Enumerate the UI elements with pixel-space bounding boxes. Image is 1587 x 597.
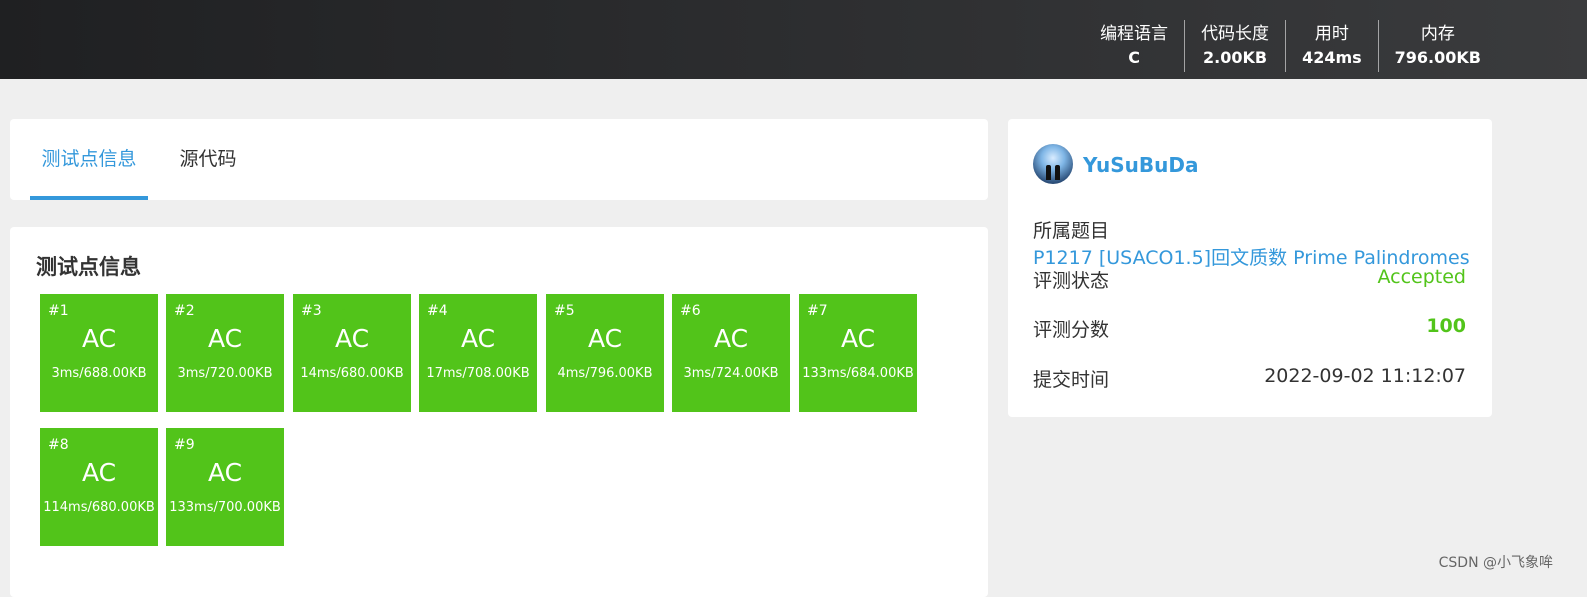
case-number: #5 (554, 303, 575, 319)
test-case-tile[interactable]: #3 AC 14ms/680.00KB (293, 294, 411, 412)
case-info: 3ms/720.00KB (177, 366, 273, 381)
case-number: #4 (427, 303, 448, 319)
test-case-tile[interactable]: #5 AC 4ms/796.00KB (546, 294, 664, 412)
score-label: 评测分数 (1033, 319, 1110, 341)
case-result: AC (334, 324, 370, 353)
test-case-tile[interactable]: #4 AC 17ms/708.00KB (419, 294, 537, 412)
submission-stats: 编程语言 C 代码长度 2.00KB 用时 424ms 内存 796.00KB (1084, 20, 1497, 72)
section-title: 测试点信息 (36, 255, 141, 279)
submit-time-label: 提交时间 (1033, 369, 1110, 391)
stat-time: 用时 424ms (1285, 20, 1378, 72)
case-number: #1 (48, 303, 69, 319)
case-result: AC (207, 458, 243, 487)
case-number: #2 (174, 303, 195, 319)
status-value: Accepted (1377, 266, 1466, 288)
watermark: CSDN @小飞象哞 (1438, 555, 1553, 571)
test-case-tile[interactable]: #2 AC 3ms/720.00KB (166, 294, 284, 412)
case-result: AC (81, 324, 117, 353)
case-result: AC (460, 324, 496, 353)
test-case-tile[interactable]: #9 AC 133ms/700.00KB (166, 428, 284, 546)
test-case-tile[interactable]: #1 AC 3ms/688.00KB (40, 294, 158, 412)
status-label: 评测状态 (1033, 270, 1110, 292)
test-case-tile[interactable]: #6 AC 3ms/724.00KB (672, 294, 790, 412)
avatar[interactable] (1033, 144, 1073, 184)
stat-language: 编程语言 C (1084, 20, 1184, 72)
case-info: 4ms/796.00KB (557, 366, 653, 381)
score-value: 100 (1426, 315, 1466, 337)
case-result: AC (840, 324, 876, 353)
test-case-tile[interactable]: #7 AC 133ms/684.00KB (799, 294, 917, 412)
case-result: AC (207, 324, 243, 353)
submit-time-value: 2022-09-02 11:12:07 (1264, 365, 1466, 387)
case-number: #6 (680, 303, 701, 319)
case-info: 3ms/688.00KB (51, 366, 147, 381)
stat-code-length: 代码长度 2.00KB (1184, 20, 1285, 72)
case-info: 14ms/680.00KB (300, 366, 404, 381)
tab-source-code[interactable]: 源代码 (172, 119, 244, 200)
tabs-card: 测试点信息 源代码 (10, 119, 988, 200)
avatar-figure-icon (1046, 165, 1051, 180)
avatar-figure-icon (1055, 165, 1060, 180)
case-result: AC (81, 458, 117, 487)
problem-label: 所属题目 (1033, 220, 1110, 242)
case-number: #3 (301, 303, 322, 319)
case-number: #7 (807, 303, 828, 319)
stat-label: 用时 (1314, 24, 1349, 44)
stat-value: C (1128, 48, 1140, 67)
case-number: #9 (174, 437, 195, 453)
case-result: AC (587, 324, 623, 353)
stat-value: 424ms (1302, 48, 1362, 67)
case-info: 133ms/684.00KB (802, 366, 914, 381)
case-result: AC (713, 324, 749, 353)
case-info: 133ms/700.00KB (169, 500, 281, 515)
top-bar: 编程语言 C 代码长度 2.00KB 用时 424ms 内存 796.00KB (0, 0, 1587, 79)
test-case-tile[interactable]: #8 AC 114ms/680.00KB (40, 428, 158, 546)
case-number: #8 (48, 437, 69, 453)
stat-value: 2.00KB (1203, 48, 1268, 67)
stat-label: 编程语言 (1100, 24, 1169, 44)
case-info: 114ms/680.00KB (43, 500, 155, 515)
stat-value: 796.00KB (1394, 48, 1481, 67)
stat-label: 内存 (1420, 24, 1455, 44)
case-info: 3ms/724.00KB (683, 366, 779, 381)
problem-row: 所属题目 P1217 [USACO1.5]回文质数 Prime Palindro… (1033, 216, 1492, 270)
tab-test-cases[interactable]: 测试点信息 (30, 119, 148, 200)
stat-label: 代码长度 (1201, 24, 1270, 44)
case-info: 17ms/708.00KB (426, 366, 530, 381)
submission-info-card: YuSuBuDa 所属题目 P1217 [USACO1.5]回文质数 Prime… (1008, 119, 1492, 417)
test-cases-card: 测试点信息 #1 AC 3ms/688.00KB #2 AC 3ms/720.0… (10, 227, 988, 597)
username-link[interactable]: YuSuBuDa (1083, 153, 1199, 177)
stat-memory: 内存 796.00KB (1377, 20, 1497, 72)
